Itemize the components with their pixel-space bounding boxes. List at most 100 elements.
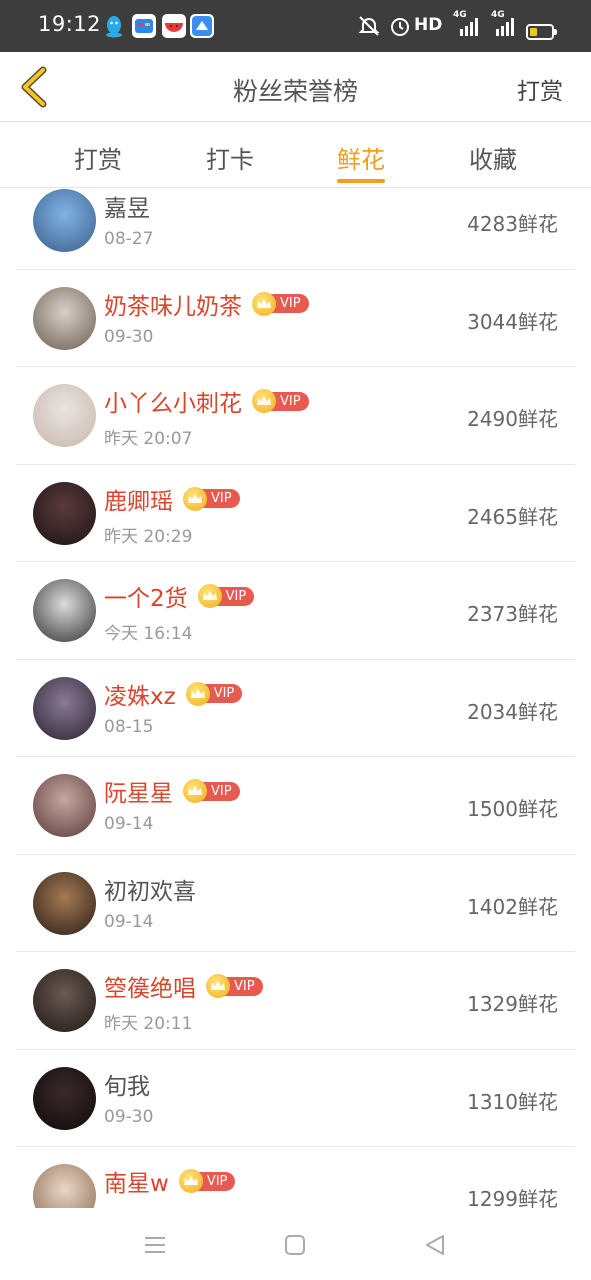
vip-badge: VIP: [252, 291, 309, 316]
crown-icon: [183, 779, 207, 803]
crown-icon: [183, 486, 207, 511]
list-item[interactable]: 旬我 09-30 1310鲜花: [16, 1050, 575, 1147]
flower-count: 2034鲜花: [467, 699, 558, 724]
watermelon-video-icon: [162, 14, 186, 38]
app-header: 粉丝荣誉榜 打赏: [0, 52, 591, 122]
reward-button[interactable]: 打赏: [517, 72, 563, 106]
last-active-date: 昨天 20:07: [104, 429, 193, 449]
last-active-date: 08-27: [104, 229, 154, 249]
cloud-app-icon: [190, 14, 214, 38]
username: 奶茶味儿奶茶 VIP: [104, 287, 309, 321]
avatar[interactable]: [33, 384, 96, 447]
crown-icon: [178, 1169, 203, 1193]
username: 鹿卿瑶 VIP: [104, 482, 240, 516]
avatar[interactable]: [33, 1164, 96, 1208]
username-text: 嘉昱: [104, 196, 150, 222]
avatar[interactable]: [33, 774, 96, 837]
flower-count: 1500鲜花: [467, 797, 558, 821]
vip-badge: VIP: [185, 681, 243, 706]
crown-icon: [206, 974, 230, 998]
home-button[interactable]: [280, 1230, 310, 1260]
list-item[interactable]: 嘉昱 08-27 4283鲜花: [16, 188, 575, 270]
avatar[interactable]: [33, 969, 96, 1032]
avatar[interactable]: [33, 871, 96, 935]
vip-badge: VIP: [183, 486, 240, 511]
signal-icon: [494, 17, 516, 43]
tab-flowers[interactable]: 鲜花: [316, 140, 406, 175]
username: 南星w VIP: [104, 1164, 236, 1198]
list-item[interactable]: 箜篌绝唱 VIP 昨天 20:11 1329鲜花: [16, 952, 575, 1050]
list-item[interactable]: 初初欢喜 09-14 1402鲜花: [16, 855, 575, 952]
last-active-date: 09-14: [104, 911, 154, 932]
tab-bar: 打赏 打卡 鲜花 收藏: [0, 122, 591, 188]
username-text: 鹿卿瑶: [104, 488, 173, 515]
last-active-date: 今天 16:14: [104, 624, 193, 644]
vip-badge: VIP: [197, 584, 255, 608]
flower-count: 2373鲜花: [467, 602, 558, 626]
avatar[interactable]: [33, 1066, 96, 1130]
list-item[interactable]: 一个2货 VIP 今天 16:14 2373鲜花: [16, 562, 575, 660]
crown-icon: [197, 584, 222, 608]
avatar[interactable]: [33, 286, 96, 350]
crown-icon: [252, 291, 276, 316]
flower-count: 2490鲜花: [467, 407, 558, 431]
username-text: 奶茶味儿奶茶: [104, 293, 242, 320]
back-triangle-icon: [426, 1235, 444, 1255]
username-text: 南星w: [104, 1171, 169, 1197]
menu-icon: [145, 1237, 165, 1253]
username: 初初欢喜: [104, 872, 196, 906]
tab-checkin[interactable]: 打卡: [185, 140, 275, 175]
username: 旬我: [104, 1067, 150, 1101]
avatar[interactable]: [33, 579, 96, 642]
last-active-date: 昨天 20:29: [104, 526, 193, 547]
tab-reward[interactable]: 打赏: [53, 140, 143, 175]
flower-count: 2465鲜花: [467, 504, 558, 529]
last-active-date: 09-30: [104, 1106, 154, 1127]
username-text: 凌姝xz: [104, 683, 176, 710]
username: 箜篌绝唱 VIP: [104, 969, 263, 1003]
qq-icon: [102, 14, 126, 38]
flower-count: 1299鲜花: [467, 1187, 558, 1208]
fan-ranking-list[interactable]: 嘉昱 08-27 4283鲜花 奶茶味儿奶茶 VIP 09-30 3044鲜花 …: [0, 188, 591, 1208]
username: 一个2货 VIP: [104, 579, 255, 613]
back-nav-button[interactable]: [420, 1230, 450, 1260]
tab-favorites[interactable]: 收藏: [448, 140, 538, 175]
hd-indicator: HD: [414, 15, 443, 35]
list-item[interactable]: 阮星星 VIP 09-14 1500鲜花: [16, 757, 575, 855]
last-active-date: 08-15: [104, 716, 154, 737]
username-text: 箜篌绝唱: [104, 976, 196, 1002]
avatar[interactable]: [33, 481, 96, 545]
username: 阮星星 VIP: [104, 774, 240, 808]
vip-badge: VIP: [183, 779, 240, 803]
last-active-date: 09-14: [104, 814, 154, 834]
crown-icon: [185, 681, 210, 706]
avatar[interactable]: [33, 676, 96, 740]
list-item[interactable]: 鹿卿瑶 VIP 昨天 20:29 2465鲜花: [16, 465, 575, 562]
battery-icon: [526, 24, 557, 40]
vip-badge: VIP: [252, 389, 309, 413]
username: 嘉昱: [104, 189, 150, 223]
menu-button[interactable]: [140, 1230, 170, 1260]
signal-icon: [458, 17, 480, 43]
flower-count: 4283鲜花: [467, 212, 558, 236]
flower-count: 1402鲜花: [467, 894, 558, 919]
page-title: 粉丝荣誉榜: [232, 77, 358, 106]
flower-count: 1329鲜花: [467, 992, 558, 1016]
system-nav-bar: [0, 1208, 591, 1280]
status-bar: 19:12 HD 4G 4G: [0, 0, 591, 52]
list-item[interactable]: 奶茶味儿奶茶 VIP 09-30 3044鲜花: [16, 270, 575, 367]
home-square-icon: [285, 1235, 305, 1255]
crown-icon: [252, 389, 276, 413]
username-text: 旬我: [104, 1073, 150, 1100]
username: 凌姝xz VIP: [104, 677, 243, 711]
mute-icon: [356, 13, 382, 39]
vip-badge: VIP: [206, 974, 263, 998]
list-item[interactable]: 南星w VIP 1299鲜花: [16, 1147, 575, 1208]
last-active-date: 昨天 20:11: [104, 1014, 193, 1034]
flower-count: 3044鲜花: [467, 309, 558, 334]
avatar[interactable]: [33, 189, 96, 252]
username-text: 小丫么小刺花: [104, 391, 242, 417]
list-item[interactable]: 凌姝xz VIP 08-15 2034鲜花: [16, 660, 575, 757]
active-tab-indicator: [337, 179, 385, 183]
list-item[interactable]: 小丫么小刺花 VIP 昨天 20:07 2490鲜花: [16, 367, 575, 465]
